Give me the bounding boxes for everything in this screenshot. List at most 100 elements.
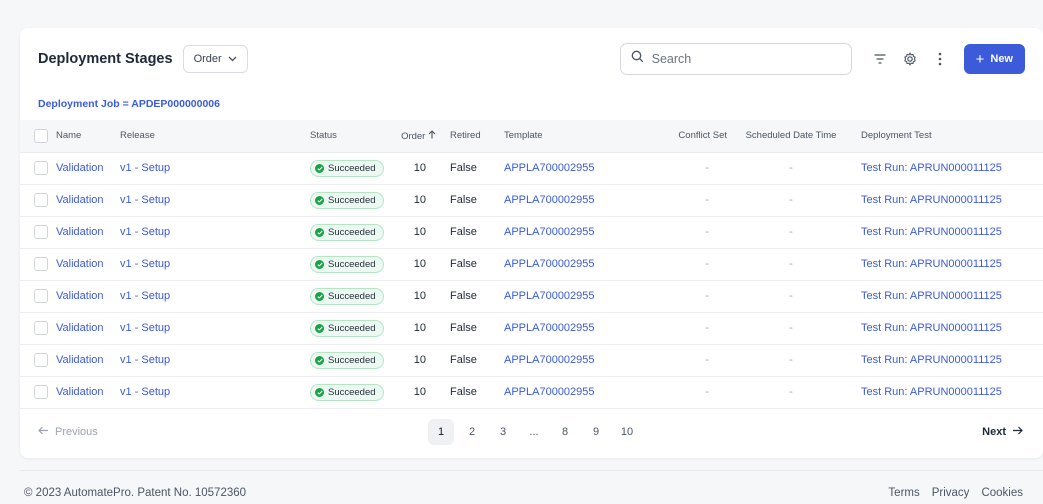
row-deployment-test[interactable]: Test Run: APRUN000011125 — [851, 152, 1043, 185]
row-template[interactable]: APPLA700002955 — [498, 248, 663, 281]
row-order: 10 — [392, 152, 442, 185]
row-release[interactable]: v1 - Setup — [120, 312, 310, 345]
check-circle-icon — [315, 387, 324, 397]
row-deployment-test[interactable]: Test Run: APRUN000011125 — [851, 312, 1043, 345]
row-template[interactable]: APPLA700002955 — [498, 312, 663, 345]
row-name[interactable]: Validation — [56, 248, 120, 281]
row-release[interactable]: v1 - Setup — [120, 216, 310, 249]
table-row[interactable]: Validation v1 - Setup Succeeded 10 False… — [20, 248, 1043, 281]
status-badge: Succeeded — [310, 223, 384, 241]
row-order: 10 — [392, 184, 442, 217]
footer-link-privacy[interactable]: Privacy — [932, 487, 970, 499]
search-input[interactable] — [651, 52, 832, 66]
row-select-cell — [20, 152, 56, 185]
row-name[interactable]: Validation — [56, 184, 120, 217]
row-retired: False — [442, 216, 498, 249]
row-name[interactable]: Validation — [56, 280, 120, 313]
row-select-cell — [20, 344, 56, 377]
status-label: Succeeded — [328, 290, 376, 302]
col-scheduled[interactable]: Scheduled Date Time — [731, 120, 851, 153]
page-number[interactable]: 10 — [614, 419, 640, 445]
row-name[interactable]: Validation — [56, 312, 120, 345]
row-checkbox[interactable] — [34, 225, 48, 239]
row-template[interactable]: APPLA700002955 — [498, 376, 663, 409]
row-scheduled: - — [731, 344, 851, 377]
status-badge: Succeeded — [310, 319, 384, 337]
row-checkbox[interactable] — [34, 385, 48, 399]
row-template[interactable]: APPLA700002955 — [498, 152, 663, 185]
new-button[interactable]: + New — [963, 44, 1025, 74]
col-release[interactable]: Release — [120, 120, 310, 153]
table-row[interactable]: Validation v1 - Setup Succeeded 10 False… — [20, 344, 1043, 377]
row-status-cell: Succeeded — [310, 152, 392, 185]
filter-condition[interactable]: Deployment Job = APDEP000000006 — [38, 98, 220, 110]
status-badge: Succeeded — [310, 255, 384, 273]
row-deployment-test[interactable]: Test Run: APRUN000011125 — [851, 248, 1043, 281]
check-circle-icon — [315, 355, 324, 365]
row-scheduled: - — [731, 376, 851, 409]
footer-link-terms[interactable]: Terms — [888, 487, 919, 499]
row-deployment-test[interactable]: Test Run: APRUN000011125 — [851, 184, 1043, 217]
row-checkbox[interactable] — [34, 321, 48, 335]
row-name[interactable]: Validation — [56, 376, 120, 409]
row-template[interactable]: APPLA700002955 — [498, 280, 663, 313]
table-row[interactable]: Validation v1 - Setup Succeeded 10 False… — [20, 152, 1043, 185]
page-number[interactable]: 1 — [428, 419, 454, 445]
row-deployment-test[interactable]: Test Run: APRUN000011125 — [851, 216, 1043, 249]
row-release[interactable]: v1 - Setup — [120, 344, 310, 377]
row-deployment-test[interactable]: Test Run: APRUN000011125 — [851, 376, 1043, 409]
page-number[interactable]: 9 — [583, 419, 609, 445]
order-select[interactable]: Order — [182, 45, 248, 73]
row-release[interactable]: v1 - Setup — [120, 184, 310, 217]
row-name[interactable]: Validation — [56, 152, 120, 185]
row-deployment-test[interactable]: Test Run: APRUN000011125 — [851, 344, 1043, 377]
search-icon — [631, 50, 644, 68]
row-checkbox[interactable] — [34, 257, 48, 271]
footer-link-cookies[interactable]: Cookies — [981, 487, 1023, 499]
table-row[interactable]: Validation v1 - Setup Succeeded 10 False… — [20, 312, 1043, 345]
table-row[interactable]: Validation v1 - Setup Succeeded 10 False… — [20, 376, 1043, 409]
copyright: © 2023 AutomatePro. Patent No. 10572360 — [24, 487, 247, 499]
col-order[interactable]: Order — [392, 120, 442, 153]
row-release[interactable]: v1 - Setup — [120, 280, 310, 313]
more-vertical-icon[interactable] — [926, 45, 954, 73]
row-deployment-test[interactable]: Test Run: APRUN000011125 — [851, 280, 1043, 313]
row-scheduled: - — [731, 248, 851, 281]
col-deployment-test[interactable]: Deployment Test — [851, 120, 1043, 153]
page-number[interactable]: 3 — [490, 419, 516, 445]
page-number[interactable]: 8 — [552, 419, 578, 445]
stages-table: Name Release Status Order Retired Templa… — [20, 120, 1043, 409]
row-checkbox[interactable] — [34, 353, 48, 367]
search-box[interactable] — [619, 43, 852, 75]
col-name[interactable]: Name — [56, 120, 120, 153]
row-checkbox[interactable] — [34, 161, 48, 175]
select-all-checkbox[interactable] — [34, 128, 48, 143]
row-release[interactable]: v1 - Setup — [120, 376, 310, 409]
row-retired: False — [442, 280, 498, 313]
page-numbers: 1 2 3... 8 9 10 — [428, 419, 645, 445]
table-row[interactable]: Validation v1 - Setup Succeeded 10 False… — [20, 216, 1043, 249]
row-template[interactable]: APPLA700002955 — [498, 216, 663, 249]
status-badge: Succeeded — [310, 287, 384, 305]
row-name[interactable]: Validation — [56, 216, 120, 249]
table-row[interactable]: Validation v1 - Setup Succeeded 10 False… — [20, 280, 1043, 313]
row-template[interactable]: APPLA700002955 — [498, 184, 663, 217]
row-release[interactable]: v1 - Setup — [120, 248, 310, 281]
next-button[interactable]: Next — [982, 426, 1023, 438]
filter-icon[interactable] — [866, 45, 894, 73]
gear-icon[interactable] — [896, 45, 924, 73]
col-template[interactable]: Template — [498, 120, 663, 153]
row-checkbox[interactable] — [34, 193, 48, 207]
row-checkbox[interactable] — [34, 289, 48, 303]
row-release[interactable]: v1 - Setup — [120, 152, 310, 185]
table-row[interactable]: Validation v1 - Setup Succeeded 10 False… — [20, 184, 1043, 217]
col-retired[interactable]: Retired — [442, 120, 498, 153]
previous-button[interactable]: Previous — [38, 426, 98, 438]
page-number[interactable]: 2 — [459, 419, 485, 445]
col-conflict-set[interactable]: Conflict Set — [663, 120, 731, 153]
col-status[interactable]: Status — [310, 120, 392, 153]
row-retired: False — [442, 152, 498, 185]
row-template[interactable]: APPLA700002955 — [498, 344, 663, 377]
row-name[interactable]: Validation — [56, 344, 120, 377]
new-button-label: New — [990, 53, 1013, 65]
